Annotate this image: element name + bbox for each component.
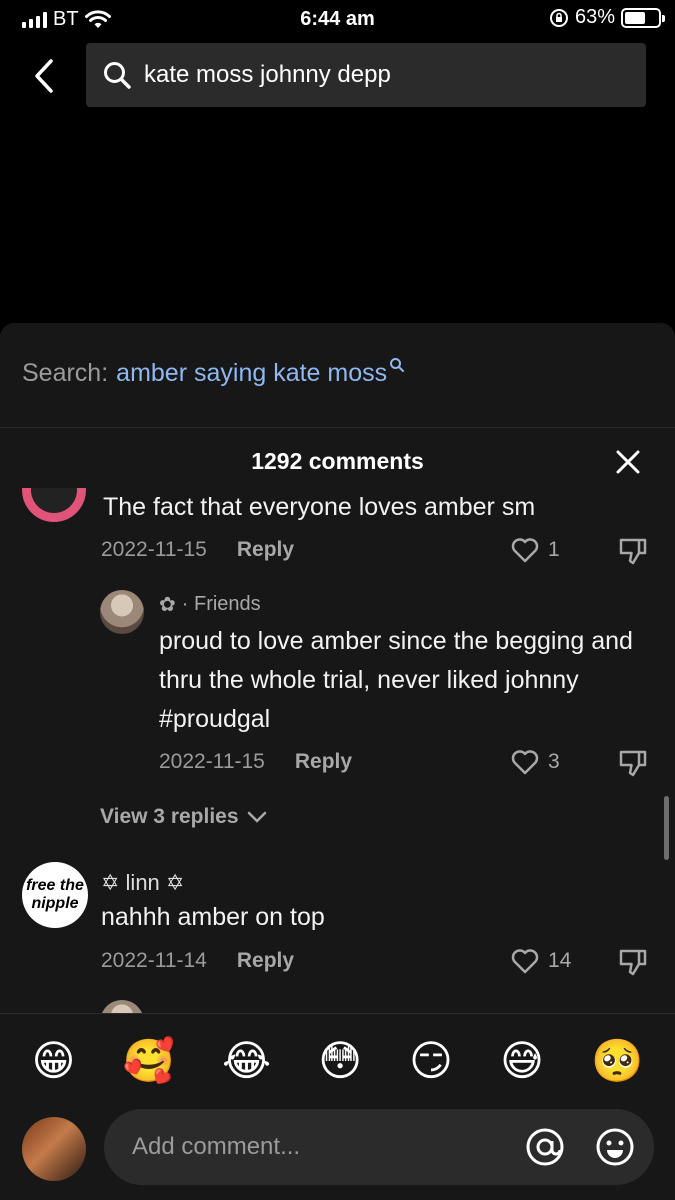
- like-count: 14: [548, 949, 572, 972]
- reply-button[interactable]: Reply: [295, 750, 352, 774]
- username-text: ✿: [159, 594, 176, 616]
- scrollbar[interactable]: [664, 796, 669, 860]
- thumbs-down-icon[interactable]: [617, 535, 649, 567]
- view-replies-label: View 3 replies: [100, 805, 239, 828]
- comment-date: 2022-11-14: [101, 949, 207, 972]
- comment-date: 2022-11-15: [101, 538, 207, 561]
- like-count: 3: [548, 750, 560, 773]
- emoji-sweat-smile[interactable]: 😅: [500, 1040, 544, 1082]
- close-icon: [616, 450, 640, 474]
- divider: [0, 427, 675, 428]
- emoji-pleading[interactable]: 🥺: [591, 1040, 643, 1082]
- emoji-smirk[interactable]: 😏: [409, 1040, 453, 1082]
- avatar: [22, 1117, 86, 1181]
- view-replies-button[interactable]: View 3 replies: [100, 805, 267, 829]
- comment-meta: 2022-11-15 Reply: [101, 538, 294, 562]
- thumbs-down-icon[interactable]: [617, 946, 649, 978]
- comments-sheet: Search: amber saying kate moss 1292 comm…: [0, 323, 675, 1200]
- emoji-icon[interactable]: [595, 1127, 635, 1167]
- emoji-flushed[interactable]: 😳: [318, 1040, 362, 1082]
- comment-meta: 2022-11-15 Reply: [159, 750, 352, 774]
- comment-text: The fact that everyone loves amber sm: [103, 493, 536, 521]
- like-button[interactable]: 14: [510, 947, 571, 975]
- back-button[interactable]: [26, 54, 62, 98]
- emoji-grin[interactable]: 😁: [32, 1040, 76, 1082]
- comment-username[interactable]: ✡ linn ✡: [101, 870, 184, 896]
- battery-info: 63%: [549, 6, 665, 29]
- comment-meta: 2022-11-14 Reply: [101, 949, 294, 973]
- close-button[interactable]: [613, 447, 643, 477]
- avatar[interactable]: [100, 1000, 144, 1013]
- chevron-down-icon: [247, 811, 266, 823]
- comment-date: 2022-11-15: [159, 750, 265, 773]
- like-button[interactable]: 3: [510, 748, 560, 776]
- emoji-hearts[interactable]: 🥰: [123, 1040, 175, 1082]
- heart-icon: [511, 538, 539, 563]
- avatar[interactable]: [100, 590, 144, 634]
- status-bar: BT 6:44 am 63%: [0, 0, 675, 40]
- search-input[interactable]: kate moss johnny depp: [86, 43, 646, 107]
- search-icon: [104, 62, 131, 89]
- heart-icon: [511, 949, 539, 974]
- chevron-left-icon: [35, 59, 53, 93]
- emoji-quick-bar: 😁 🥰 😂 😳 😏 😅 🥺: [0, 1013, 675, 1108]
- heart-icon: [511, 750, 539, 775]
- comments-list[interactable]: The fact that everyone loves amber sm 20…: [0, 488, 675, 1013]
- comments-count: 1292 comments: [251, 448, 424, 474]
- search-query: kate moss johnny depp: [144, 61, 391, 88]
- search-suggestion-label: Search:: [22, 359, 109, 387]
- comment-input-row: Add comment...: [0, 1109, 675, 1200]
- comment-text: nahhh amber on top: [101, 903, 325, 931]
- search-suggestion-term: amber saying kate moss: [116, 359, 388, 387]
- friends-badge: · Friends: [181, 593, 261, 615]
- comment-placeholder: Add comment...: [132, 1133, 301, 1160]
- avatar[interactable]: free the nipple: [22, 862, 88, 928]
- battery-icon: [621, 7, 665, 28]
- comment-text: proud to love amber since the begging an…: [159, 627, 633, 733]
- reply-button[interactable]: Reply: [237, 538, 294, 562]
- like-count: 1: [548, 538, 560, 561]
- emoji-joy[interactable]: 😂: [222, 1040, 271, 1082]
- reply-button[interactable]: Reply: [237, 949, 294, 973]
- avatar[interactable]: [22, 488, 86, 522]
- orientation-lock-icon: [549, 8, 568, 27]
- search-suggestion[interactable]: Search: amber saying kate moss: [22, 358, 405, 388]
- comment-input[interactable]: Add comment...: [104, 1109, 654, 1185]
- battery-fill: [625, 11, 646, 24]
- search-icon: [390, 358, 405, 372]
- at-icon[interactable]: [525, 1127, 565, 1167]
- comment-username[interactable]: ✿ · Friends: [159, 592, 261, 617]
- battery-percent: 63%: [574, 6, 615, 28]
- like-button[interactable]: 1: [510, 536, 560, 564]
- thumbs-down-icon[interactable]: [617, 747, 649, 779]
